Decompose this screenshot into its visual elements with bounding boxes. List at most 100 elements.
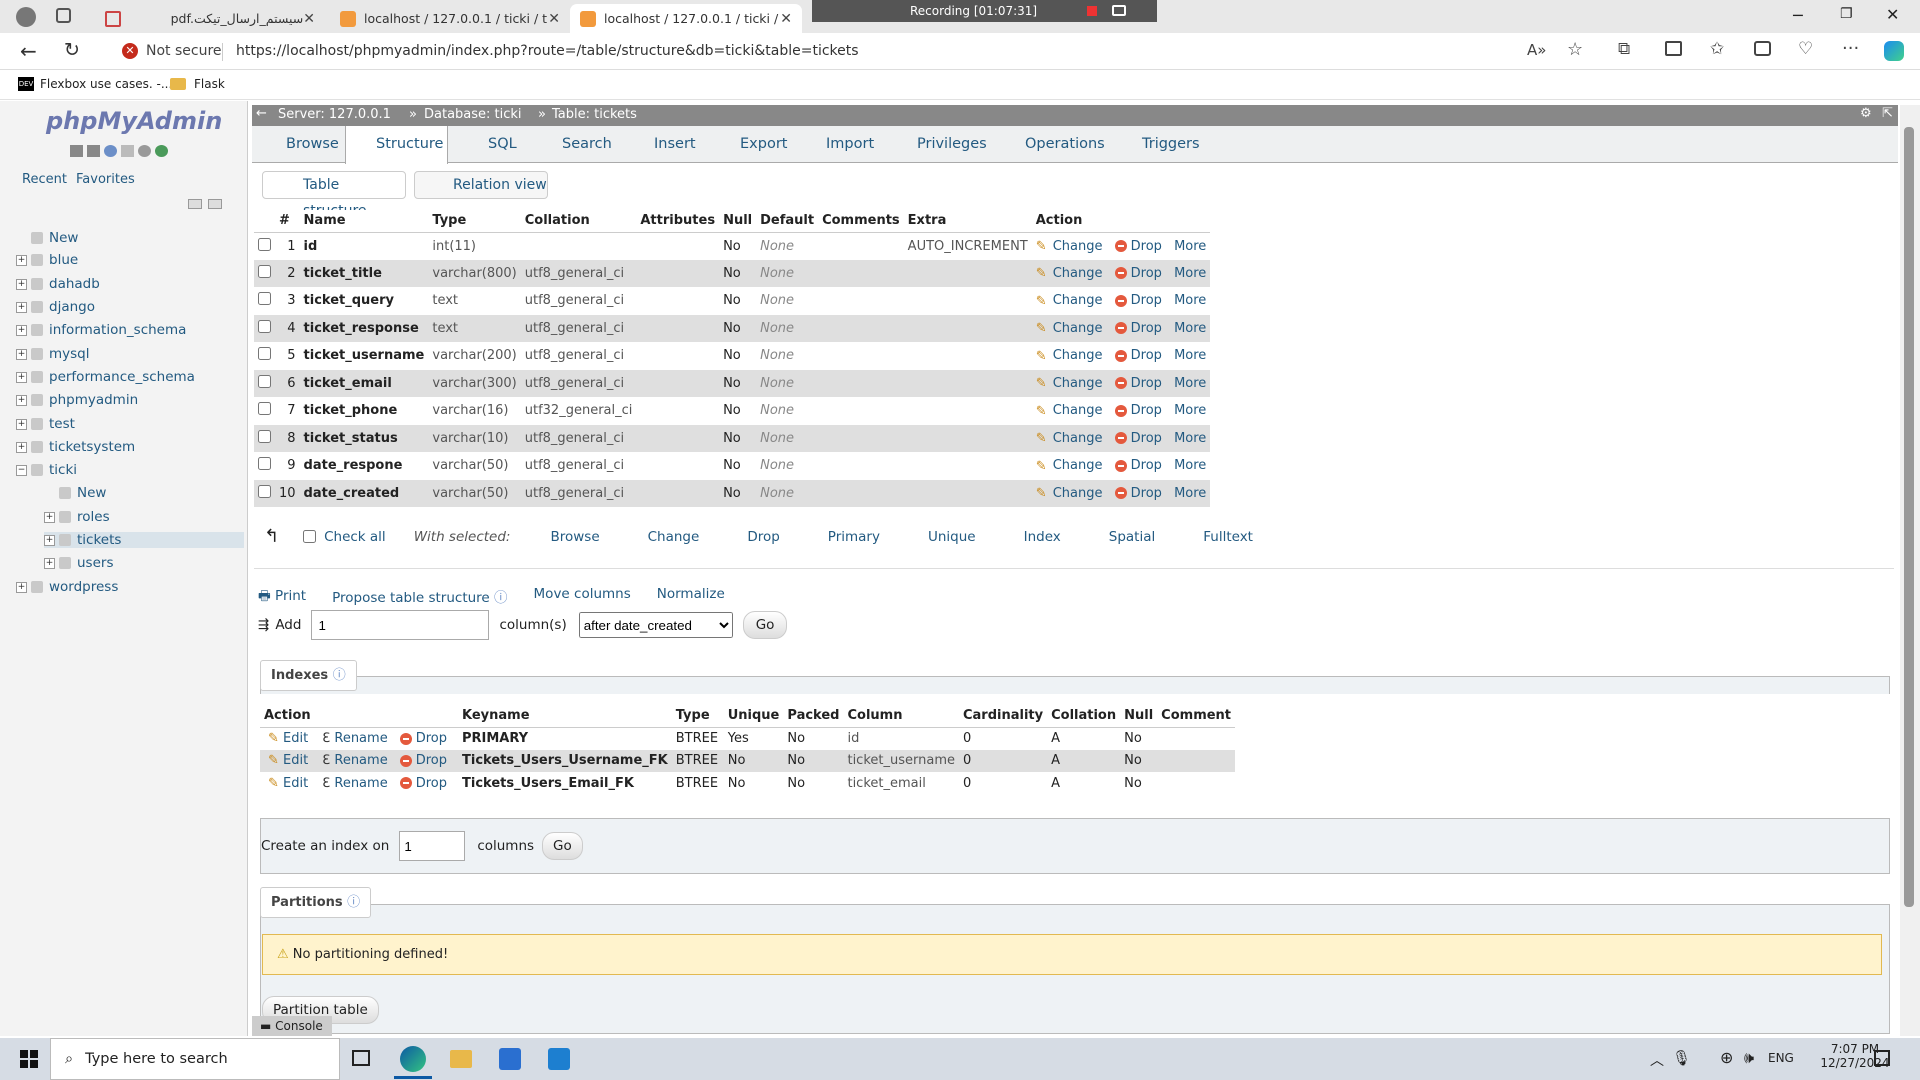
expand-icon[interactable]: +: [16, 371, 27, 383]
drop-link[interactable]: Drop: [1114, 376, 1162, 391]
drop-link[interactable]: Drop: [1114, 403, 1162, 418]
propose-structure-link[interactable]: Propose table structure ⓘ: [332, 586, 507, 609]
browser-tab-3[interactable]: localhost / 127.0.0.1 / ticki / ticke ✕: [570, 4, 802, 33]
help-icon[interactable]: [104, 145, 117, 157]
edit-index-link[interactable]: ✎ Edit: [268, 731, 308, 746]
refresh-button[interactable]: ↻: [64, 39, 80, 61]
collapse-all-icon[interactable]: [188, 199, 202, 209]
scrollbar-thumb[interactable]: [1904, 127, 1914, 907]
subtab-table-structure[interactable]: Table structure: [262, 171, 406, 219]
subtab-relation-view[interactable]: Relation view: [414, 171, 548, 199]
more-link[interactable]: More: [1174, 293, 1206, 308]
checkbox[interactable]: [254, 232, 275, 260]
bulk-fulltext[interactable]: Fulltext: [1185, 529, 1253, 545]
drop-index-link[interactable]: Drop: [399, 776, 447, 791]
row-actions[interactable]: ✎ Change Drop More: [1032, 315, 1211, 343]
database-link[interactable]: Database: ticki: [424, 107, 522, 122]
more-link[interactable]: More: [1174, 376, 1206, 391]
bulk-primary[interactable]: Primary: [810, 529, 880, 545]
expand-icon[interactable]: −: [16, 464, 27, 476]
scrollbar[interactable]: [1900, 105, 1920, 1036]
drop-link[interactable]: Drop: [1114, 266, 1162, 281]
expand-icon[interactable]: +: [16, 441, 27, 453]
row-actions[interactable]: ✎ Change Drop More: [1032, 425, 1211, 453]
row-actions[interactable]: ✎ Change Drop More: [1032, 370, 1211, 398]
table-row[interactable]: 7 ticket_phone varchar(16) utf32_general_ci…: [254, 397, 1211, 425]
profile-icon[interactable]: [16, 7, 36, 27]
not-secure-label[interactable]: Not secure: [146, 43, 222, 59]
change-link[interactable]: ✎ Change: [1036, 321, 1103, 337]
index-row[interactable]: ✎ Edit ℇ Rename Drop PRIMARY BTREE Yes No id 0 A N…: [260, 727, 1236, 750]
row-actions[interactable]: ✎ Change Drop More: [1032, 260, 1211, 288]
task-view-icon[interactable]: [352, 1050, 370, 1066]
microphone-icon[interactable]: 🎙: [1672, 1049, 1691, 1067]
tree-item[interactable]: + tickets: [44, 532, 244, 548]
network-icon[interactable]: ⊕: [1720, 1048, 1733, 1067]
expand-icon[interactable]: +: [44, 557, 55, 569]
url-field[interactable]: https://localhost/phpmyadmin/index.php?r…: [236, 43, 859, 59]
index-actions[interactable]: ✎ Edit ℇ Rename Drop: [260, 750, 458, 773]
row-checkbox[interactable]: [258, 347, 271, 361]
index-row[interactable]: ✎ Edit ℇ Rename Drop Tickets_Users_Username…: [260, 749, 1236, 773]
vscode-icon[interactable]: [548, 1048, 570, 1070]
tab-privileges[interactable]: Privileges: [893, 126, 987, 163]
help-icon[interactable]: ⓘ: [333, 668, 346, 683]
browser-essentials-icon[interactable]: ♡: [1798, 39, 1813, 59]
bulk-drop[interactable]: Drop: [729, 529, 779, 545]
tree-item[interactable]: + roles: [44, 509, 110, 525]
help-icon[interactable]: ⓘ: [347, 895, 360, 910]
expand-icon[interactable]: +: [16, 301, 27, 313]
row-actions[interactable]: ✎ Change Drop More: [1032, 287, 1211, 315]
maximize-button[interactable]: ❐: [1840, 6, 1853, 22]
row-actions[interactable]: ✎ Change Drop More: [1032, 232, 1211, 260]
bookmark-flask[interactable]: Flask: [170, 77, 225, 91]
table-row[interactable]: 10 date_created varchar(50) utf8_general_ci…: [254, 479, 1211, 507]
tab-actions-icon[interactable]: [56, 8, 71, 23]
drop-link[interactable]: Drop: [1114, 458, 1162, 473]
table-link[interactable]: Table: tickets: [552, 107, 637, 122]
tab-operations[interactable]: Operations: [1001, 126, 1105, 163]
more-link[interactable]: More: [1174, 486, 1206, 501]
expand-icon[interactable]: +: [16, 418, 27, 430]
drop-index-link[interactable]: Drop: [399, 753, 447, 768]
expand-icon[interactable]: +: [16, 394, 27, 406]
recent-tab[interactable]: Recent: [22, 172, 67, 187]
bulk-browse[interactable]: Browse: [532, 529, 599, 545]
read-aloud-icon[interactable]: A»: [1527, 41, 1546, 59]
row-checkbox[interactable]: [258, 484, 271, 498]
edge-taskbar-icon[interactable]: [400, 1046, 426, 1072]
tree-item[interactable]: +New: [16, 230, 78, 246]
minimize-button[interactable]: ─: [1793, 6, 1803, 25]
change-link[interactable]: ✎ Change: [1036, 486, 1103, 502]
start-button[interactable]: [20, 1050, 38, 1068]
drop-link[interactable]: Drop: [1114, 486, 1162, 501]
checkbox[interactable]: [254, 425, 275, 453]
change-link[interactable]: ✎ Change: [1036, 348, 1103, 364]
row-checkbox[interactable]: [258, 374, 271, 388]
tree-item[interactable]: + information_schema: [16, 322, 186, 338]
checkbox[interactable]: [254, 342, 275, 370]
tab-import[interactable]: Import: [802, 126, 874, 163]
drop-link[interactable]: Drop: [1114, 431, 1162, 446]
drop-link[interactable]: Drop: [1114, 239, 1162, 254]
expand-icon[interactable]: +: [16, 254, 27, 266]
checkbox[interactable]: [254, 397, 275, 425]
tab-search[interactable]: Search: [538, 126, 612, 163]
browser-tab-2[interactable]: localhost / 127.0.0.1 / ticki / ticke ✕: [330, 4, 570, 33]
favorite-star-icon[interactable]: ☆: [1567, 39, 1583, 60]
not-secure-icon[interactable]: ✕: [122, 43, 138, 59]
language-indicator[interactable]: ENG: [1768, 1051, 1794, 1065]
expand-icon[interactable]: +: [16, 348, 27, 360]
server-link[interactable]: Server: 127.0.0.1: [278, 107, 391, 122]
row-actions[interactable]: ✎ Change Drop More: [1032, 397, 1211, 425]
settings-icon[interactable]: [138, 145, 151, 157]
browser-tab-1[interactable]: pdf.سیستم_ارسال_تیکت ✕: [95, 4, 325, 33]
change-link[interactable]: ✎ Change: [1036, 458, 1103, 474]
check-all-label[interactable]: Check all: [324, 529, 386, 545]
change-link[interactable]: ✎ Change: [1036, 403, 1103, 419]
bulk-unique[interactable]: Unique: [910, 529, 976, 545]
tab-structure[interactable]: Structure: [345, 126, 448, 164]
rename-index-link[interactable]: ℇ Rename: [322, 731, 387, 746]
docs-icon[interactable]: [121, 145, 134, 157]
change-link[interactable]: ✎ Change: [1036, 293, 1103, 309]
